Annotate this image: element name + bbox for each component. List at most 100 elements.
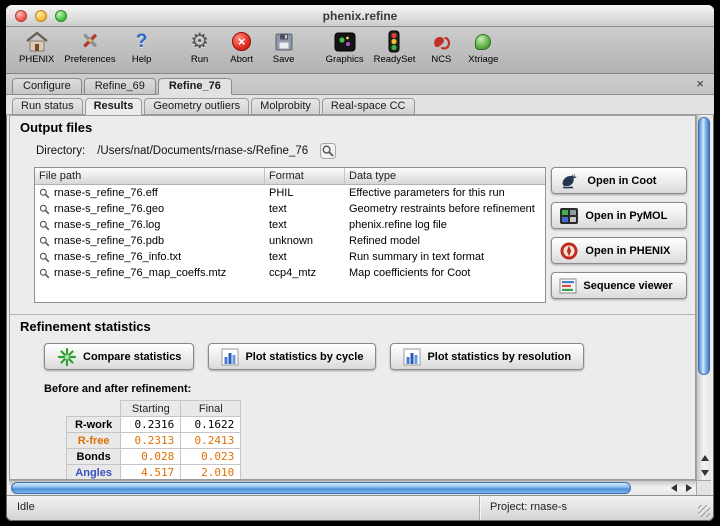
horizontal-scrollbar-thumb[interactable] (11, 482, 631, 494)
toolbar-xtriage-button[interactable]: Xtriage (462, 29, 504, 73)
open-in-phenix-label: Open in PHENIX (585, 245, 670, 257)
file-path: rnase-s_refine_76.eff (54, 187, 158, 199)
horizontal-scrollbar[interactable] (9, 480, 696, 495)
open-in-coot-button[interactable]: Open in Coot (551, 167, 687, 194)
stats-table-body: R-work0.23160.1622R-free0.23130.2413Bond… (67, 417, 241, 481)
toolbar-label: Graphics (326, 54, 364, 65)
stats-table: Starting Final R-work0.23160.1622R-free0… (66, 400, 241, 480)
stats-header-row: Starting Final (67, 401, 241, 417)
horizontal-scrollbar-arrows (666, 481, 696, 495)
results-tab-bar: Run status Results Geometry outliers Mol… (6, 95, 714, 115)
open-in-phenix-button[interactable]: Open in PHENIX (551, 237, 687, 264)
scroll-right-button[interactable] (681, 481, 696, 495)
compare-star-icon (57, 347, 77, 367)
toolbar-label: PHENIX (19, 54, 54, 65)
stats-starting-value: 0.2313 (121, 433, 181, 449)
file-row[interactable]: rnase-s_refine_76_map_coeffs.mtzccp4_mtz… (35, 265, 545, 281)
tab-configure[interactable]: Configure (12, 78, 82, 95)
titlebar[interactable]: phenix.refine (6, 5, 714, 27)
stats-starting-value: 0.2316 (121, 417, 181, 433)
tab-molprobity[interactable]: Molprobity (251, 98, 320, 115)
open-in-pymol-label: Open in PyMOL (585, 210, 667, 222)
vertical-scrollbar[interactable] (696, 115, 711, 480)
stats-starting-header: Starting (121, 401, 181, 417)
file-table-header[interactable]: File path Format Data type (35, 168, 545, 185)
sequence-viewer-button[interactable]: Sequence viewer (551, 272, 687, 299)
gear-icon: ⚙ (190, 29, 209, 54)
phenix-home-icon (24, 29, 50, 54)
abort-icon: × (232, 29, 251, 54)
stats-final-value: 2.010 (181, 465, 241, 481)
tools-icon (78, 29, 102, 54)
tab-results[interactable]: Results (85, 98, 143, 115)
stats-row-label: Bonds (67, 449, 121, 465)
toolbar-save-button[interactable]: Save (263, 29, 305, 73)
open-in-coot-label: Open in Coot (587, 175, 656, 187)
scrollbar-corner (696, 480, 711, 495)
stats-corner-cell (67, 401, 121, 417)
file-path-column-header[interactable]: File path (35, 168, 265, 184)
files-area: File path Format Data type rnase-s_refin… (34, 167, 687, 303)
file-row[interactable]: rnase-s_refine_76.pdbunknownRefined mode… (35, 233, 545, 249)
file-actions: Open in Coot Open in PyMOL Open in PHENI… (551, 167, 687, 303)
scroll-down-button[interactable] (697, 465, 712, 480)
results-panel: Output files Directory: /Users/nat/Docum… (9, 115, 696, 480)
project-label: Project: rnase-s (490, 501, 567, 513)
file-row[interactable]: rnase-s_refine_76.logtextphenix.refine l… (35, 217, 545, 233)
data-type-column-header[interactable]: Data type (345, 168, 545, 184)
resize-grip[interactable] (698, 505, 710, 517)
down-arrow-icon (701, 470, 709, 476)
sequence-icon (559, 278, 577, 294)
compare-statistics-label: Compare statistics (83, 351, 181, 363)
tab-geometry-outliers[interactable]: Geometry outliers (144, 98, 249, 115)
file-row[interactable]: rnase-s_refine_76.eff PHILEffective param… (35, 185, 545, 201)
format-column-header[interactable]: Format (265, 168, 345, 184)
tab-real-space-cc[interactable]: Real-space CC (322, 98, 415, 115)
scroll-left-button[interactable] (666, 481, 681, 495)
toolbar-label: Save (273, 54, 295, 65)
scroll-up-button[interactable] (697, 450, 712, 465)
magnifier-icon (39, 188, 50, 199)
file-row[interactable]: rnase-s_refine_76_info.txttextRun summar… (35, 249, 545, 265)
magnifier-icon (39, 252, 50, 263)
toolbar-help-button[interactable]: ? Help (121, 29, 163, 73)
open-in-pymol-button[interactable]: Open in PyMOL (551, 202, 687, 229)
browse-directory-button[interactable] (320, 143, 336, 159)
tab-refine-69[interactable]: Refine_69 (84, 78, 156, 95)
stats-final-value: 0.023 (181, 449, 241, 465)
toolbar-readyset-button[interactable]: ReadySet (369, 29, 421, 73)
file-row[interactable]: rnase-s_refine_76.geotextGeometry restra… (35, 201, 545, 217)
pymol-icon (559, 207, 579, 225)
tab-refine-76[interactable]: Refine_76 (158, 78, 232, 95)
plot-by-cycle-button[interactable]: Plot statistics by cycle (208, 343, 376, 370)
toolbar-label: Help (132, 54, 152, 65)
magnifier-icon (39, 236, 50, 247)
file-datatype: Effective parameters for this run (345, 187, 545, 199)
plot-by-resolution-button[interactable]: Plot statistics by resolution (390, 343, 584, 370)
bar-chart-icon (403, 348, 421, 366)
stats-row: R-free0.23130.2413 (67, 433, 241, 449)
toolbar-preferences-button[interactable]: Preferences (59, 29, 120, 73)
file-datatype: Refined model (345, 235, 545, 247)
stats-final-header: Final (181, 401, 241, 417)
toolbar-label: Xtriage (468, 54, 498, 65)
compare-statistics-button[interactable]: Compare statistics (44, 343, 194, 370)
toolbar-run-button[interactable]: ⚙ Run (179, 29, 221, 73)
file-datatype: Run summary in text format (345, 251, 545, 263)
file-format: PHIL (265, 187, 345, 199)
close-tab-button[interactable]: × (696, 77, 704, 90)
tab-run-status[interactable]: Run status (12, 98, 83, 115)
bar-chart-icon (221, 348, 239, 366)
toolbar-ncs-button[interactable]: NCS (420, 29, 462, 73)
vertical-scrollbar-thumb[interactable] (698, 117, 710, 375)
toolbar-graphics-button[interactable]: Graphics (321, 29, 369, 73)
file-path: rnase-s_refine_76_info.txt (54, 251, 181, 263)
refinement-statistics-heading: Refinement statistics (20, 319, 695, 334)
ncs-icon (430, 29, 452, 54)
coot-bird-icon (559, 172, 581, 190)
before-after-caption: Before and after refinement: (44, 383, 695, 395)
toolbar-abort-button[interactable]: × Abort (221, 29, 263, 73)
toolbar-phenix-button[interactable]: PHENIX (14, 29, 59, 73)
file-format: text (265, 219, 345, 231)
graphics-icon (334, 29, 356, 54)
